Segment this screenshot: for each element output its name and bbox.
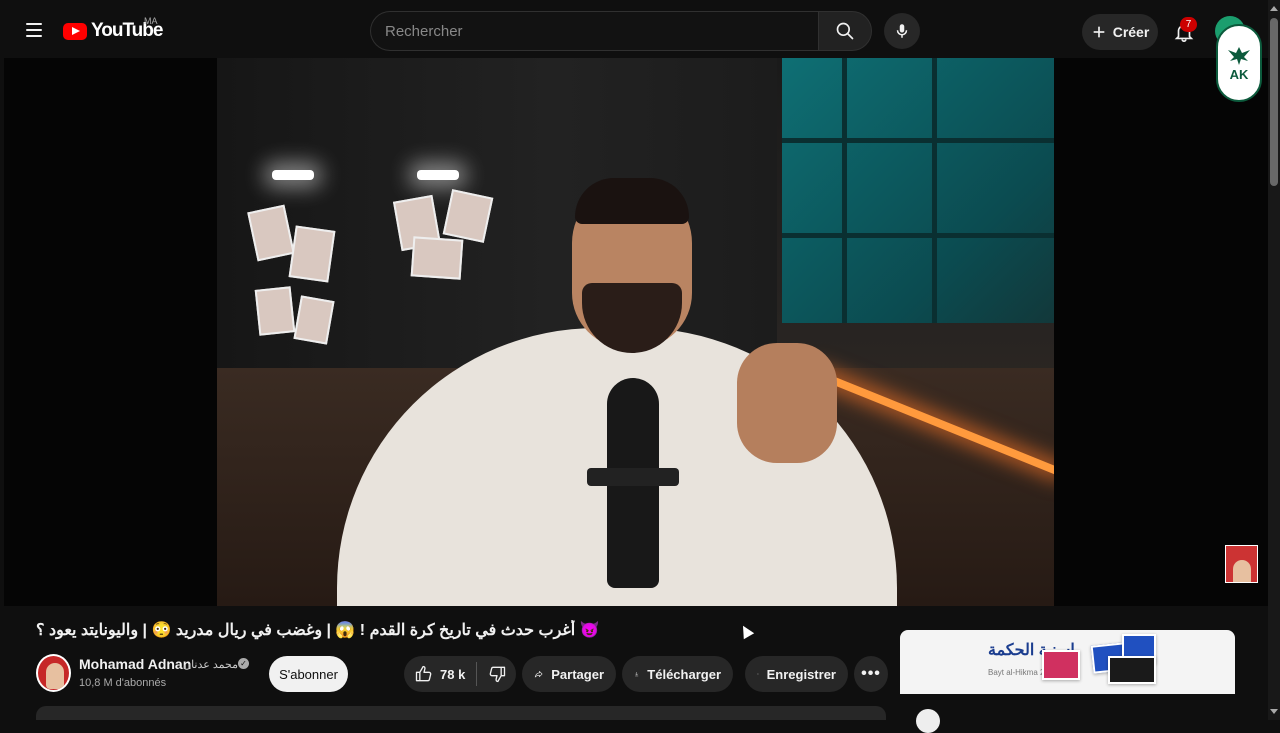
download-icon (635, 672, 639, 677)
bookmark-icon (757, 673, 759, 675)
thumbs-down-icon (489, 666, 505, 683)
eagle-icon (1228, 46, 1250, 65)
plus-icon (1093, 26, 1105, 38)
create-label: Créer (1112, 24, 1150, 40)
search-button[interactable] (818, 11, 872, 51)
country-code: MA (144, 16, 158, 26)
search-input[interactable] (371, 12, 818, 50)
scroll-down-icon[interactable] (1270, 709, 1278, 714)
voice-search-button[interactable] (884, 13, 920, 49)
video-photo (410, 236, 464, 280)
ad-device-image (1042, 650, 1080, 680)
more-icon: ••• (861, 665, 881, 682)
like-button[interactable]: 78 k (404, 656, 476, 692)
video-bookshelf (782, 58, 1054, 323)
ad-device-image (1108, 656, 1156, 684)
search-icon (836, 22, 854, 40)
video-title: 😈 أغرب حدث في تاريخ كرة القدم ! 😱 | وغضب… (36, 622, 600, 639)
more-actions-button[interactable]: ••• (854, 656, 888, 692)
ad-footer (900, 694, 1235, 720)
share-button[interactable]: Partager (522, 656, 616, 692)
save-label: Enregistrer (766, 666, 836, 682)
menu-icon-bar (26, 35, 42, 37)
scroll-up-icon[interactable] (1270, 6, 1278, 11)
create-button[interactable]: Créer (1082, 14, 1158, 50)
download-label: Télécharger (647, 666, 721, 682)
ad-banner[interactable]: إسنبة الحكمة Bayt al-Hikma 2.0 (900, 630, 1235, 694)
subscribe-button[interactable]: S'abonner (269, 656, 348, 692)
endscreen-thumbnail[interactable] (1225, 545, 1258, 583)
video-person-hair (575, 178, 689, 224)
mic-icon (896, 24, 908, 38)
channel-avatar[interactable] (36, 654, 71, 692)
save-button[interactable]: Enregistrer (745, 656, 848, 692)
video-frame[interactable] (217, 58, 1054, 606)
channel-watermark[interactable]: AK (1216, 24, 1262, 102)
video-photo (288, 225, 336, 283)
watermark-letters: AK (1229, 66, 1249, 82)
ad-advertiser-avatar[interactable] (916, 709, 940, 733)
video-person-hand (737, 343, 837, 463)
video-player[interactable] (4, 58, 1268, 606)
channel-name[interactable]: Mohamad Adnan (79, 656, 191, 672)
top-bar: YouTube MA Créer 7 (0, 0, 1268, 60)
like-dislike-group: 78 k (404, 656, 516, 692)
search-box[interactable] (370, 11, 818, 51)
scrollbar-thumb[interactable] (1270, 18, 1278, 186)
download-button[interactable]: Télécharger (622, 656, 733, 692)
video-lamp (417, 170, 459, 180)
channel-name-arabic[interactable]: محمد عدنان (183, 658, 238, 671)
video-photo (254, 286, 296, 336)
video-microphone-mount (587, 468, 679, 486)
like-count: 78 k (440, 666, 466, 682)
youtube-play-icon (63, 22, 87, 40)
menu-button[interactable] (18, 14, 50, 46)
menu-icon-bar (26, 23, 42, 25)
description-box[interactable] (36, 706, 886, 720)
video-lamp (272, 170, 314, 180)
share-icon (534, 670, 543, 678)
notification-badge: 7 (1180, 17, 1197, 32)
share-label: Partager (551, 666, 604, 682)
menu-icon-bar (26, 29, 42, 31)
thumbs-up-icon (415, 665, 432, 682)
verified-icon: ✓ (238, 658, 249, 669)
subscriber-count: 10,8 M d'abonnés (79, 677, 167, 689)
dislike-button[interactable] (477, 656, 516, 692)
